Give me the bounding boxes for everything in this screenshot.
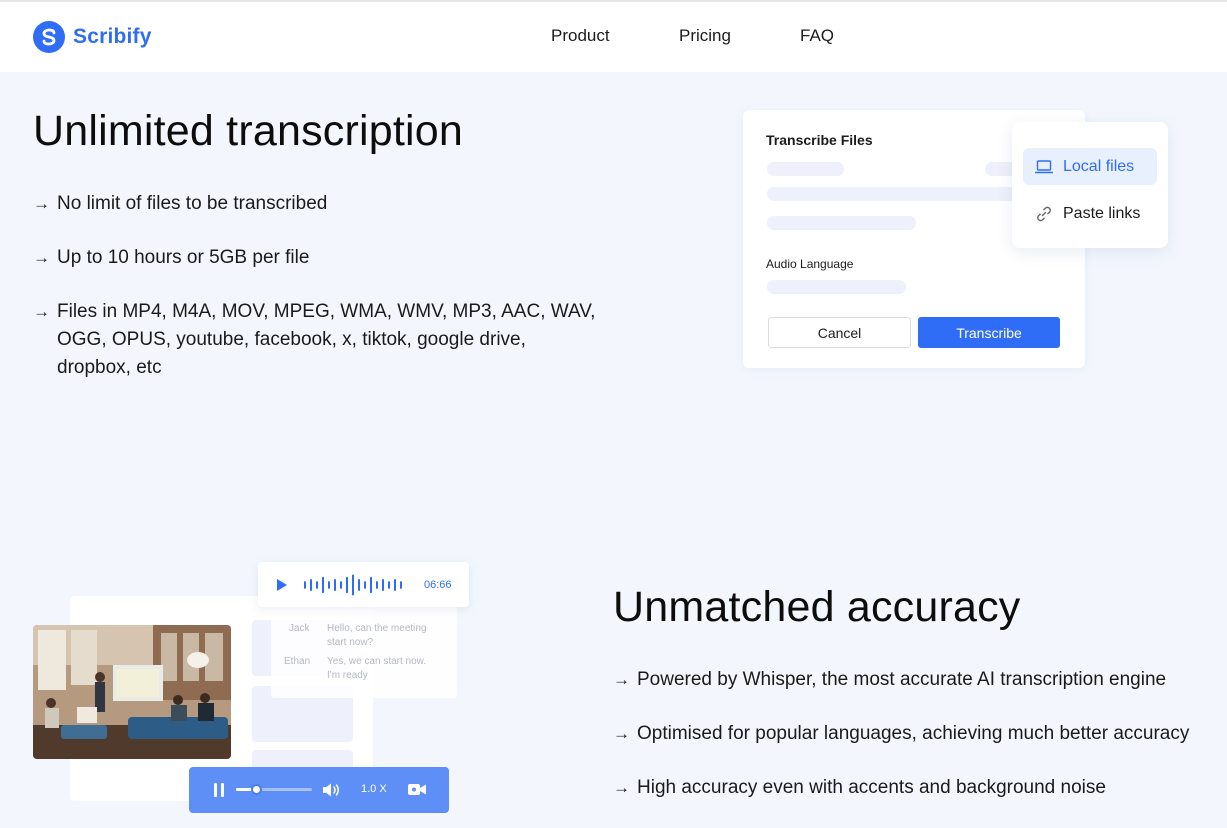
feature-item: → Up to 10 hours or 5GB per file bbox=[33, 244, 613, 272]
waveform-bar bbox=[382, 578, 384, 592]
waveform-bar bbox=[400, 581, 402, 589]
speaker-name: Jack bbox=[289, 623, 310, 634]
waveform-bar bbox=[388, 581, 390, 589]
waveform-bar bbox=[316, 581, 318, 589]
menu-item-label: Local files bbox=[1063, 157, 1135, 175]
waveform-bar bbox=[346, 576, 348, 594]
feature-item: → Powered by Whisper, the most accurate … bbox=[613, 666, 1223, 694]
volume-icon[interactable] bbox=[322, 782, 341, 798]
main-nav: Product Pricing FAQ bbox=[0, 26, 1227, 50]
section-title-unlimited: Unlimited transcription bbox=[33, 107, 463, 155]
arrow-right-icon: → bbox=[33, 248, 50, 267]
playback-speed[interactable]: 1.0 X bbox=[361, 783, 387, 795]
arrow-right-icon: → bbox=[613, 778, 630, 797]
menu-item-paste-links[interactable]: Paste links bbox=[1023, 195, 1157, 232]
link-icon bbox=[1037, 206, 1051, 221]
nav-pricing[interactable]: Pricing bbox=[679, 26, 731, 46]
waveform bbox=[304, 574, 402, 596]
cancel-button[interactable]: Cancel bbox=[768, 317, 911, 348]
arrow-right-icon: → bbox=[613, 670, 630, 689]
placeholder-bar bbox=[767, 216, 916, 230]
waveform-bar bbox=[340, 581, 342, 589]
laptop-icon bbox=[1035, 159, 1053, 173]
feature-item: → Files in MP4, M4A, MOV, MPEG, WMA, WMV… bbox=[33, 298, 613, 382]
waveform-bar bbox=[322, 576, 324, 594]
menu-item-label: Paste links bbox=[1063, 204, 1141, 222]
feature-item: → No limit of files to be transcribed bbox=[33, 190, 613, 218]
progress-track[interactable] bbox=[236, 784, 312, 795]
speaker-name: Ethan bbox=[284, 656, 311, 667]
file-source-menu: Local files Paste links bbox=[1012, 122, 1168, 248]
transcript-chat: Jack Hello, can the meeting start now? E… bbox=[271, 606, 457, 698]
waveform-bar bbox=[334, 578, 336, 592]
waveform-bar bbox=[376, 581, 378, 589]
audio-preview-card: 06:66 bbox=[258, 562, 469, 607]
site-header: Scribify Product Pricing FAQ bbox=[0, 2, 1227, 72]
feature-item: → Optimised for popular languages, achie… bbox=[613, 720, 1223, 748]
progress-knob[interactable] bbox=[250, 784, 262, 795]
menu-item-local-files[interactable]: Local files bbox=[1023, 148, 1157, 185]
audio-timestamp: 06:66 bbox=[424, 579, 452, 591]
arrow-right-icon: → bbox=[613, 724, 630, 743]
waveform-bar bbox=[310, 578, 312, 592]
waveform-bar bbox=[352, 574, 354, 596]
feature-item: → High accuracy even with accents and ba… bbox=[613, 774, 1223, 802]
waveform-bar bbox=[358, 578, 360, 592]
placeholder-bar bbox=[767, 162, 844, 176]
card-title: Transcribe Files bbox=[766, 132, 873, 148]
arrow-right-icon: → bbox=[33, 302, 50, 321]
transcript-line: Yes, we can start now. I'm ready bbox=[327, 656, 427, 681]
play-icon[interactable] bbox=[276, 578, 288, 592]
audio-language-label: Audio Language bbox=[766, 257, 854, 271]
nav-product[interactable]: Product bbox=[551, 26, 610, 46]
waveform-bar bbox=[370, 576, 372, 594]
video-camera-icon[interactable] bbox=[407, 782, 427, 797]
arrow-right-icon: → bbox=[33, 194, 50, 213]
nav-faq[interactable]: FAQ bbox=[800, 26, 834, 46]
language-select[interactable] bbox=[767, 280, 906, 294]
transcript-line: Hello, can the meeting start now? bbox=[327, 623, 427, 648]
waveform-bar bbox=[304, 581, 306, 589]
waveform-bar bbox=[364, 581, 366, 589]
meeting-photo bbox=[33, 625, 231, 759]
placeholder-bar bbox=[767, 187, 1032, 201]
pause-icon[interactable] bbox=[213, 782, 225, 798]
transcribe-button[interactable]: Transcribe bbox=[918, 317, 1060, 348]
media-player-bar: 1.0 X bbox=[189, 767, 449, 813]
section-title-accuracy: Unmatched accuracy bbox=[613, 583, 1021, 631]
waveform-bar bbox=[394, 578, 396, 592]
waveform-bar bbox=[328, 581, 330, 589]
